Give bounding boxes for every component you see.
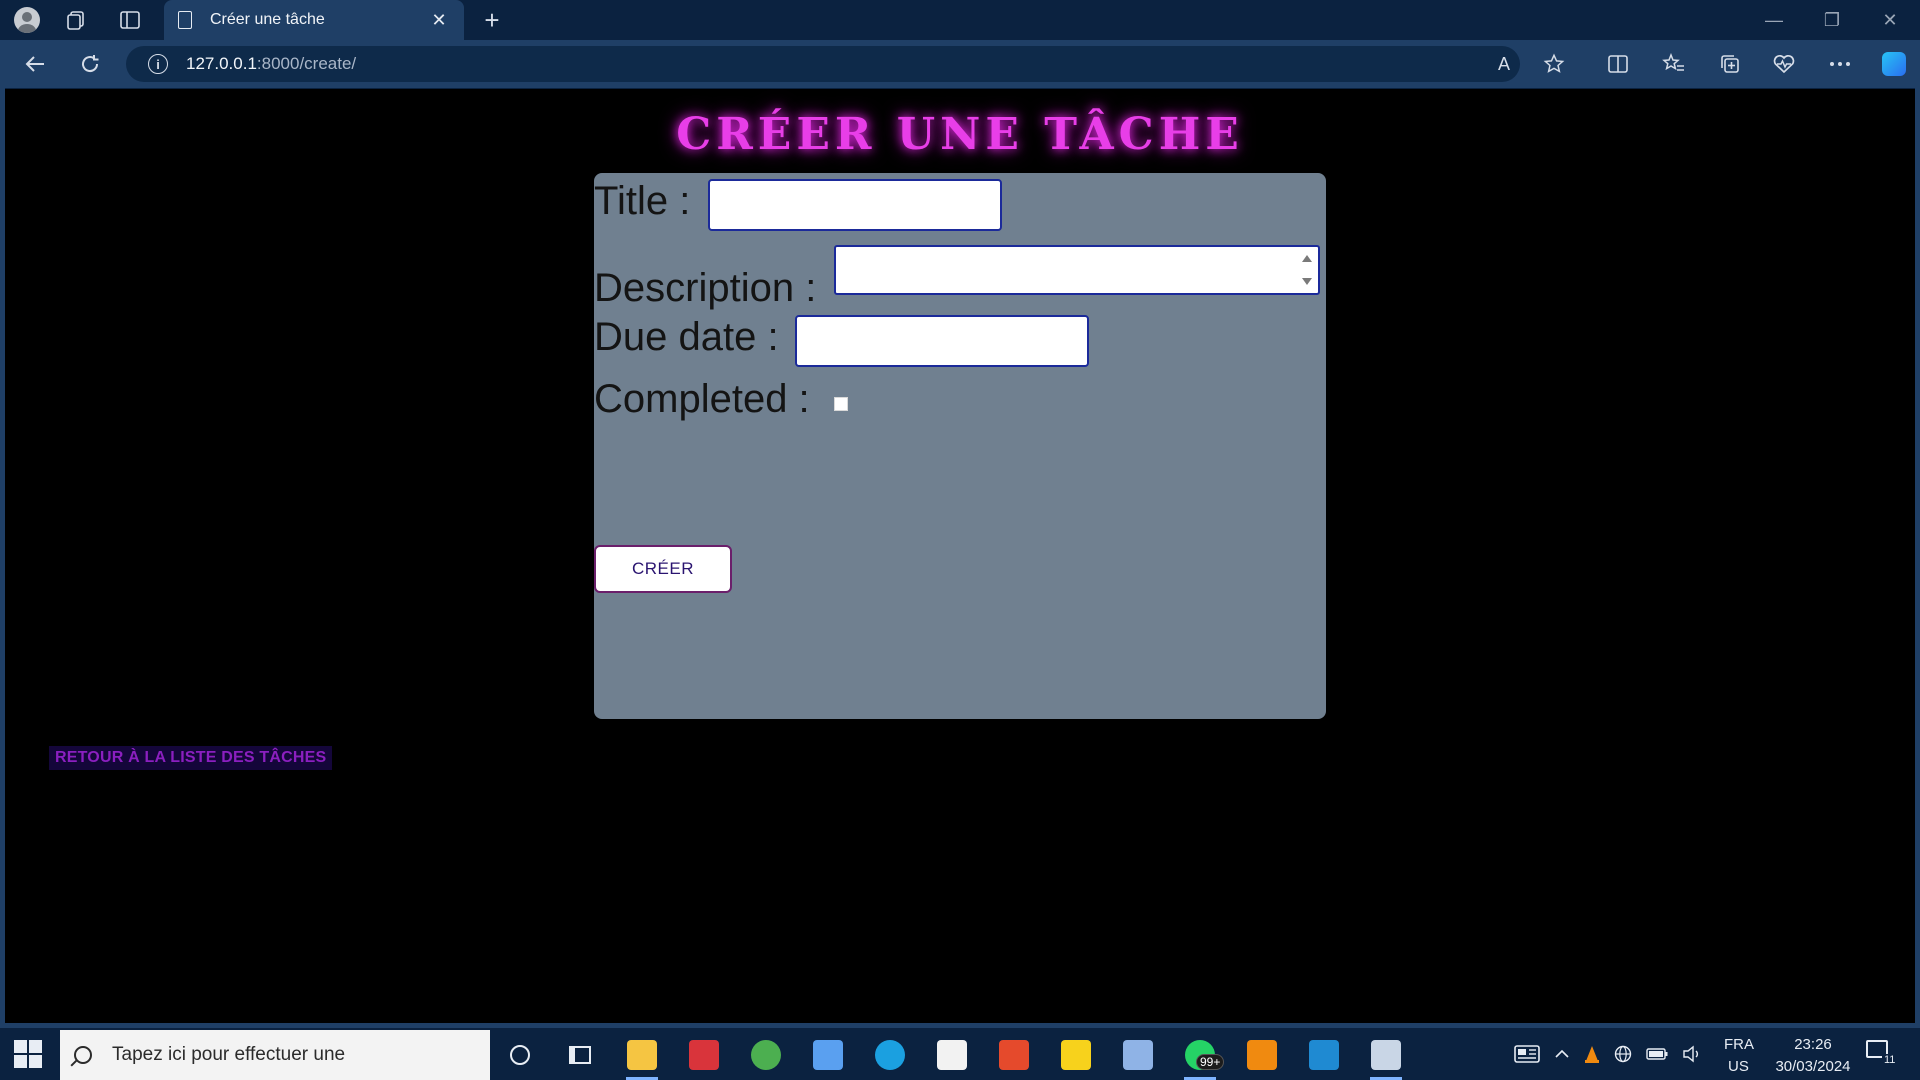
show-hidden-icons-chevron-icon[interactable]: [1554, 1049, 1570, 1059]
tab-actions-icon[interactable]: [116, 8, 144, 32]
language-code: FRA: [1724, 1036, 1754, 1053]
page-viewport: CRÉER UNE TÂCHE Title : Description : Du…: [5, 88, 1915, 1026]
add-favorite-star-icon[interactable]: [1538, 50, 1570, 78]
system-tray: [1514, 1028, 1716, 1080]
due-date-label: Due date :: [594, 315, 779, 359]
title-input[interactable]: [708, 179, 1002, 231]
network-globe-icon[interactable]: [1614, 1045, 1632, 1063]
clock[interactable]: 23:26 30/03/2024: [1766, 1034, 1860, 1078]
completed-label: Completed :: [594, 377, 810, 421]
vlc-tray-icon[interactable]: [1584, 1045, 1600, 1063]
clock-date: 30/03/2024: [1775, 1058, 1851, 1075]
read-aloud-icon[interactable]: A: [1488, 50, 1520, 78]
scroll-up-arrow-icon[interactable]: [1302, 255, 1312, 262]
mail-icon[interactable]: [932, 1036, 972, 1074]
file-explorer-icon[interactable]: [622, 1036, 662, 1080]
notification-count: 11: [1882, 1054, 1898, 1066]
page-title: CRÉER UNE TÂCHE: [676, 109, 1244, 160]
language-indicator[interactable]: FRA US: [1724, 1034, 1754, 1078]
due-date-input[interactable]: [795, 315, 1089, 367]
browser-toolbar: i 127.0.0.1:8000/create/ A: [0, 40, 1920, 88]
new-tab-button[interactable]: +: [478, 5, 506, 35]
copilot-icon[interactable]: [1878, 50, 1910, 78]
browser-essentials-heart-icon[interactable]: [1768, 50, 1800, 78]
description-label: Description :: [594, 266, 817, 310]
description-textarea[interactable]: [834, 245, 1320, 295]
office-icon[interactable]: [994, 1036, 1034, 1074]
news-widget-icon[interactable]: [1514, 1045, 1540, 1063]
address-bar[interactable]: i 127.0.0.1:8000/create/: [126, 46, 1520, 82]
tab-title: Créer une tâche: [210, 11, 325, 28]
minimize-button[interactable]: —: [1754, 4, 1794, 36]
keyboard-layout: US: [1728, 1058, 1749, 1075]
profile-avatar-icon[interactable]: [12, 6, 42, 34]
windows-taskbar: Tapez ici pour effectuer une 99+ FRA US …: [0, 1028, 1920, 1080]
vscode-icon[interactable]: [1304, 1036, 1344, 1074]
remote-desktop-icon[interactable]: [1118, 1036, 1158, 1074]
url-host: 127.0.0.1: [186, 54, 257, 73]
notification-center-icon[interactable]: 11: [1866, 1040, 1900, 1070]
taskbar-search-box[interactable]: Tapez ici pour effectuer une: [60, 1030, 490, 1080]
title-label: Title :: [594, 179, 691, 223]
chrome-icon[interactable]: [746, 1036, 786, 1074]
microsoft-store-icon[interactable]: [808, 1036, 848, 1074]
completed-checkbox[interactable]: [834, 397, 848, 411]
back-to-task-list-link[interactable]: RETOUR À LA LISTE DES TÂCHES: [49, 746, 333, 770]
url-path: :8000/create/: [256, 54, 357, 73]
close-window-button[interactable]: ✕: [1870, 4, 1910, 36]
tab-active[interactable]: Créer une tâche ✕: [164, 0, 464, 40]
favorites-icon[interactable]: [1658, 50, 1690, 78]
page-document-icon: [178, 11, 192, 29]
site-info-icon[interactable]: i: [148, 54, 168, 74]
search-placeholder: Tapez ici pour effectuer une: [112, 1044, 346, 1065]
cortana-icon[interactable]: [500, 1036, 540, 1074]
whatsapp-badge: 99+: [1196, 1054, 1225, 1070]
task-view-icon[interactable]: [560, 1036, 600, 1074]
tab-close-icon[interactable]: ✕: [428, 10, 450, 31]
create-task-form: Title : Description : Due date : Complet…: [594, 173, 1326, 719]
scroll-down-arrow-icon[interactable]: [1302, 278, 1312, 285]
whatsapp-icon[interactable]: 99+: [1180, 1036, 1225, 1080]
clock-time: 23:26: [1794, 1036, 1832, 1053]
workspaces-icon[interactable]: [62, 8, 90, 32]
maximize-button[interactable]: ❐: [1812, 4, 1852, 36]
volume-icon[interactable]: [1682, 1045, 1702, 1063]
battery-icon[interactable]: [1646, 1048, 1668, 1060]
edge-icon[interactable]: [870, 1036, 910, 1074]
kmplayer-icon[interactable]: [1056, 1036, 1096, 1074]
search-icon: [74, 1046, 92, 1064]
windows-start-icon[interactable]: [14, 1040, 42, 1068]
reload-icon[interactable]: [75, 50, 105, 78]
vlc-icon[interactable]: [1242, 1036, 1282, 1074]
collections-icon[interactable]: [1714, 50, 1746, 78]
edge-dev-icon[interactable]: [1366, 1036, 1406, 1080]
create-button[interactable]: CRÉER: [594, 545, 732, 593]
browser-tab-strip: Créer une tâche ✕ + — ❐ ✕: [0, 0, 1920, 40]
sliksvn-icon[interactable]: [684, 1036, 724, 1074]
split-screen-icon[interactable]: [1602, 50, 1634, 78]
back-arrow-icon[interactable]: [20, 50, 50, 78]
more-options-icon[interactable]: [1824, 50, 1856, 78]
